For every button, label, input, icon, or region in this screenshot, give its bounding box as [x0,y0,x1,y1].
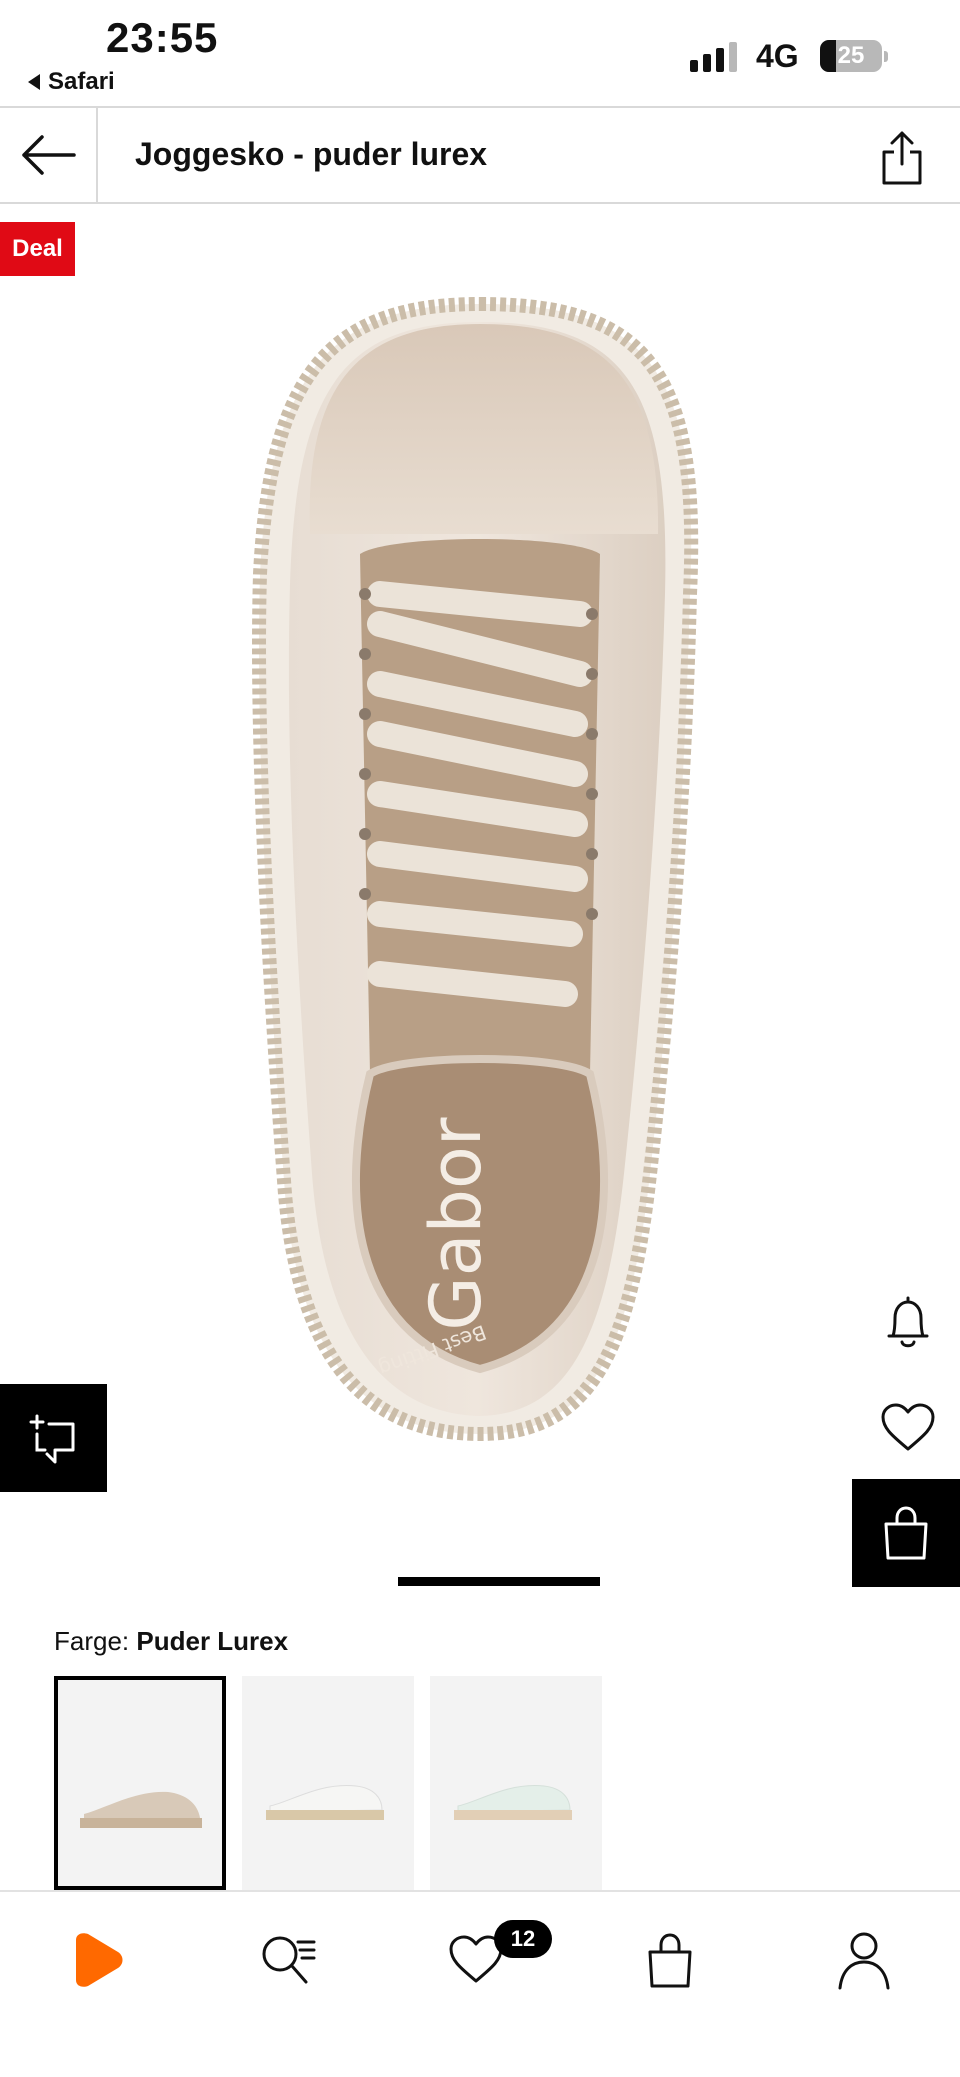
color-swatch-mint[interactable] [430,1676,602,1890]
deal-badge: Deal [0,222,75,276]
back-triangle-icon [28,74,40,90]
wishlist-count-badge: 12 [494,1920,552,1958]
network-type: 4G [756,38,799,74]
gallery-slide-indicator [398,1577,600,1586]
home-icon [76,1933,123,1987]
color-label: Farge: Puder Lurex [54,1626,288,1657]
product-image[interactable]: Gabor Best Fitting [230,294,730,1514]
shoe-thumbnail [266,1784,384,1820]
signal-icon [690,40,737,72]
logo-text: Gabor [415,1117,497,1330]
clock: 23:55 [106,14,219,61]
search-icon [262,1936,316,1984]
battery-tip [884,51,888,62]
back-button[interactable] [0,108,98,202]
color-label-value: Puder Lurex [136,1626,289,1656]
nav-cart[interactable] [630,1920,710,2000]
bag-icon [648,1933,692,1988]
arrow-left-icon [22,135,76,175]
status-bar: 23:55 Safari 4G 25 [0,0,960,106]
profile-icon [838,1932,890,1990]
page-header: Joggesko - puder lurex [0,106,960,204]
nav-home[interactable] [56,1920,136,2000]
nav-search[interactable] [248,1920,328,2000]
compare-button[interactable] [0,1384,107,1492]
color-swatches [54,1676,602,1890]
shoe-thumbnail [80,1791,202,1828]
shoe-thumbnail [454,1784,572,1820]
share-icon [882,131,922,185]
compare-icon [29,1414,74,1464]
bell-icon [887,1296,929,1348]
add-to-cart-button[interactable] [852,1479,960,1587]
color-swatch-puder-lurex[interactable] [54,1676,226,1890]
back-to-app[interactable]: Safari [28,68,115,96]
nav-profile[interactable] [824,1920,904,2000]
back-app-label: Safari [48,68,115,95]
product-gallery[interactable]: Deal Gabor Best Fitting [0,204,960,1594]
bag-icon [884,1506,928,1560]
battery-level: 25 [837,42,865,69]
notify-button[interactable] [870,1284,946,1360]
bottom-nav: 12 [0,1890,960,2077]
wishlist-button[interactable] [870,1390,946,1466]
color-swatch-white[interactable] [242,1676,414,1890]
color-label-key: Farge: [54,1626,130,1656]
heart-icon [881,1403,935,1451]
page-title: Joggesko - puder lurex [135,136,488,172]
share-button[interactable] [870,126,934,190]
battery-icon: 25 [820,40,882,72]
